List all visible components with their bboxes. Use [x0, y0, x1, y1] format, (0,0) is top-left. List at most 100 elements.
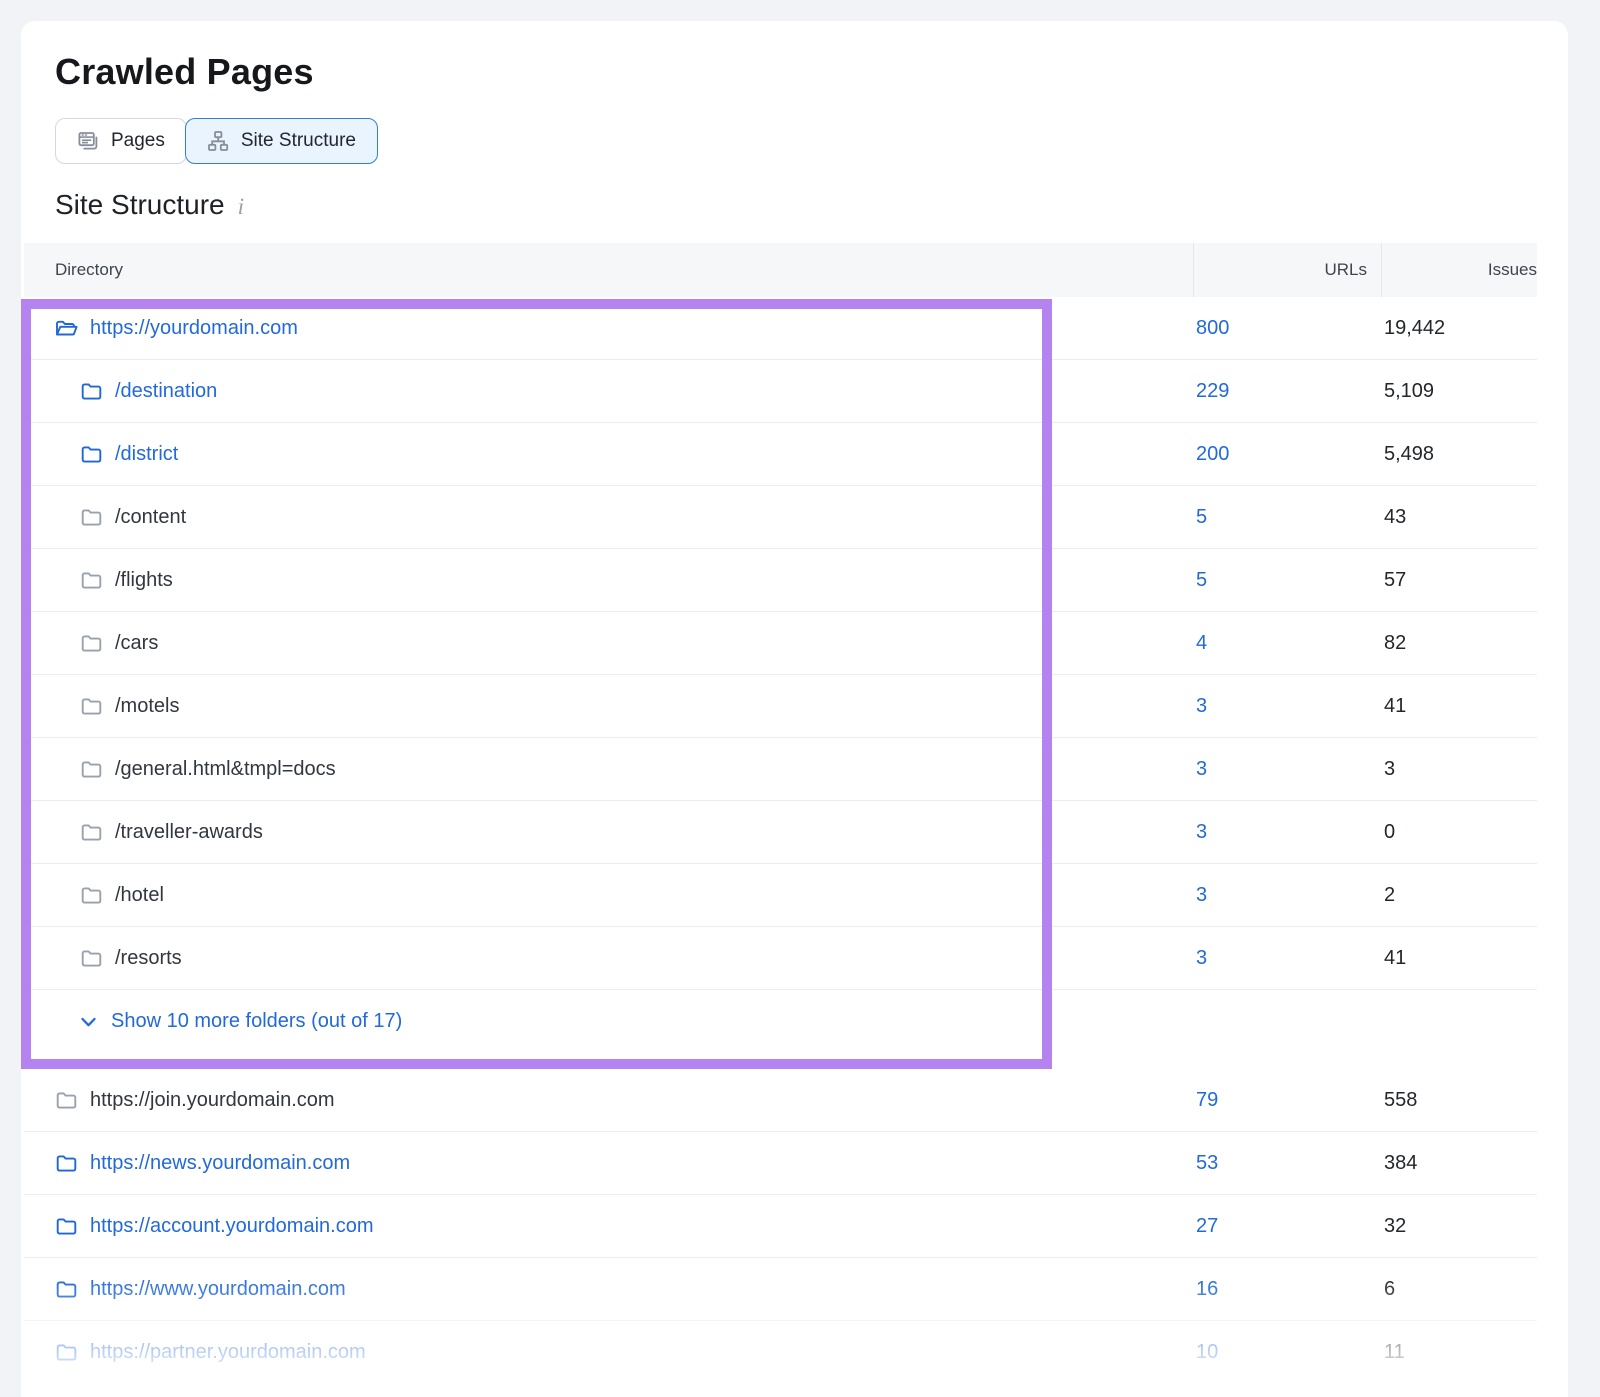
- urls-link[interactable]: 5: [1196, 506, 1207, 529]
- urls-link[interactable]: 200: [1196, 443, 1229, 466]
- table-header: Directory URLs Issues: [24, 243, 1537, 297]
- folder-icon: [80, 885, 103, 905]
- view-toggle: Pages Site Structure: [55, 118, 1568, 164]
- issues-value: 57: [1384, 569, 1406, 592]
- folder-icon: [55, 1279, 78, 1299]
- issues-value: 41: [1384, 695, 1406, 718]
- directory-link[interactable]: /destination: [115, 380, 217, 403]
- issues-value: 384: [1384, 1152, 1417, 1175]
- issues-value: 19,442: [1384, 317, 1445, 340]
- info-icon[interactable]: i: [238, 190, 244, 223]
- table-row: /cars 4 82: [24, 612, 1537, 675]
- directory-label: /resorts: [115, 947, 182, 970]
- folder-icon: [80, 381, 103, 401]
- tab-site-structure-label: Site Structure: [241, 130, 356, 152]
- issues-value: 6: [1384, 1278, 1395, 1301]
- issues-value: 0: [1384, 821, 1395, 844]
- issues-value: 558: [1384, 1089, 1417, 1112]
- urls-link[interactable]: 27: [1196, 1215, 1218, 1238]
- directory-link[interactable]: https://account.yourdomain.com: [90, 1215, 373, 1238]
- directory-label: /content: [115, 506, 186, 529]
- pages-icon: [77, 130, 99, 152]
- site-structure-table: Directory URLs Issues https://yourdomain…: [24, 243, 1537, 1384]
- folder-icon: [80, 948, 103, 968]
- table-row: https://yourdomain.com 800 19,442: [24, 297, 1537, 360]
- table-row: /motels 3 41: [24, 675, 1537, 738]
- directory-label: /hotel: [115, 884, 164, 907]
- urls-link[interactable]: 3: [1196, 884, 1207, 907]
- directory-label: /flights: [115, 569, 173, 592]
- table-row: https://news.yourdomain.com 53 384: [24, 1132, 1537, 1195]
- directory-link[interactable]: https://www.yourdomain.com: [90, 1278, 346, 1301]
- issues-value: 5,109: [1384, 380, 1434, 403]
- directory-label: /motels: [115, 695, 179, 718]
- folder-icon: [80, 759, 103, 779]
- issues-value: 82: [1384, 632, 1406, 655]
- table-row: https://account.yourdomain.com 27 32: [24, 1195, 1537, 1258]
- open-folder-icon: [55, 318, 78, 338]
- urls-link[interactable]: 229: [1196, 380, 1229, 403]
- urls-link[interactable]: 79: [1196, 1089, 1218, 1112]
- tab-pages-label: Pages: [111, 130, 165, 152]
- header-divider: [1381, 243, 1382, 297]
- table-row: /resorts 3 41: [24, 927, 1537, 990]
- urls-link[interactable]: 3: [1196, 821, 1207, 844]
- tab-pages[interactable]: Pages: [55, 118, 187, 164]
- issues-value: 2: [1384, 884, 1395, 907]
- folder-icon: [80, 633, 103, 653]
- urls-link[interactable]: 3: [1196, 695, 1207, 718]
- table-row: /hotel 3 2: [24, 864, 1537, 927]
- urls-link[interactable]: 16: [1196, 1278, 1218, 1301]
- show-more-folders-button[interactable]: Show 10 more folders (out of 17): [24, 990, 402, 1053]
- urls-link[interactable]: 4: [1196, 632, 1207, 655]
- table-row: /flights 5 57: [24, 549, 1537, 612]
- table-row: /traveller-awards 3 0: [24, 801, 1537, 864]
- folder-icon: [55, 1090, 78, 1110]
- issues-value: 41: [1384, 947, 1406, 970]
- urls-link[interactable]: 3: [1196, 758, 1207, 781]
- column-header-issues: Issues: [1384, 260, 1537, 280]
- directory-label: /general.html&tmpl=docs: [115, 758, 336, 781]
- tab-site-structure[interactable]: Site Structure: [185, 118, 378, 164]
- highlighted-folder-group: https://yourdomain.com 800 19,442 /desti…: [24, 297, 1537, 1069]
- folder-icon: [80, 822, 103, 842]
- chevron-down-icon: [80, 1016, 97, 1028]
- directory-link[interactable]: https://news.yourdomain.com: [90, 1152, 350, 1175]
- issues-value: 5,498: [1384, 443, 1434, 466]
- show-more-folders-label[interactable]: Show 10 more folders (out of 17): [111, 1010, 402, 1033]
- urls-link[interactable]: 3: [1196, 947, 1207, 970]
- directory-label: /traveller-awards: [115, 821, 263, 844]
- directory-link[interactable]: https://partner.yourdomain.com: [90, 1341, 366, 1364]
- table-row: /district 200 5,498: [24, 423, 1537, 486]
- table-row: https://partner.yourdomain.com 10 11: [24, 1321, 1537, 1384]
- folder-icon: [80, 570, 103, 590]
- directory-label: /cars: [115, 632, 158, 655]
- table-row: https://www.yourdomain.com 16 6: [24, 1258, 1537, 1321]
- urls-link[interactable]: 53: [1196, 1152, 1218, 1175]
- urls-link[interactable]: 5: [1196, 569, 1207, 592]
- urls-link[interactable]: 10: [1196, 1341, 1218, 1364]
- section-title: Site Structure: [55, 188, 225, 221]
- directory-link[interactable]: https://yourdomain.com: [90, 317, 298, 340]
- folder-icon: [80, 507, 103, 527]
- issues-value: 11: [1384, 1341, 1405, 1364]
- folder-icon: [80, 444, 103, 464]
- issues-value: 43: [1384, 506, 1406, 529]
- header-divider: [1193, 243, 1194, 297]
- issues-value: 3: [1384, 758, 1395, 781]
- table-row: /content 5 43: [24, 486, 1537, 549]
- sitemap-icon: [207, 130, 229, 152]
- folder-icon: [55, 1153, 78, 1173]
- table-row: /general.html&tmpl=docs 3 3: [24, 738, 1537, 801]
- folder-icon: [55, 1216, 78, 1236]
- issues-value: 32: [1384, 1215, 1406, 1238]
- folder-icon: [80, 696, 103, 716]
- table-row: https://join.yourdomain.com 79 558: [24, 1069, 1537, 1132]
- page-title: Crawled Pages: [55, 51, 1568, 92]
- column-header-directory: Directory: [55, 260, 123, 280]
- table-row: /destination 229 5,109: [24, 360, 1537, 423]
- column-header-urls: URLs: [1196, 260, 1367, 280]
- urls-link[interactable]: 800: [1196, 317, 1229, 340]
- crawled-pages-card: Crawled Pages Pages Site Structure Site …: [21, 21, 1568, 1397]
- directory-link[interactable]: /district: [115, 443, 178, 466]
